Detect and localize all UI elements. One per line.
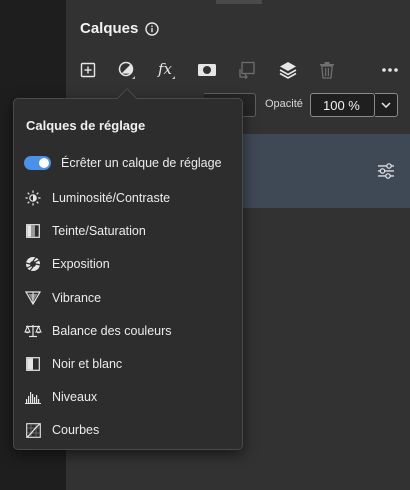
layer-stack-button[interactable] [277,59,299,81]
trash-icon [320,62,334,79]
svg-text:fx: fx [157,60,173,78]
menu-item-curves[interactable]: Courbes [20,416,238,444]
menu-item-levels[interactable]: Niveaux [20,383,238,411]
opacity-label: Opacité [265,98,303,110]
panel-tab-handle[interactable] [216,0,262,4]
black-white-icon [24,355,42,373]
clip-adjustment-toggle[interactable]: Écrêter un calque de réglage [24,152,238,174]
menu-item-hue-saturation[interactable]: Teinte/Saturation [20,217,238,245]
menu-item-label: Vibrance [52,291,102,305]
hue-saturation-icon [24,222,42,240]
menu-item-label: Niveaux [52,390,98,404]
mask-button[interactable] [196,59,218,81]
chevron-down-icon [381,102,391,108]
mask-icon [198,64,216,76]
more-options-button[interactable] [379,59,401,81]
toggle-knob [39,158,49,168]
delete-layer-button[interactable] [316,59,338,81]
menu-item-label: Courbes [52,423,100,437]
info-icon[interactable] [145,22,159,36]
layers-stack-icon [279,62,297,79]
menu-item-label: Teinte/Saturation [52,224,146,238]
menu-item-label: Luminosité/Contraste [52,191,171,205]
toggle-switch[interactable] [24,156,51,170]
adjustment-layer-button[interactable] [116,59,138,81]
adjustment-layer-icon [118,61,135,79]
menu-item-exposure[interactable]: Exposition [20,250,238,278]
layer-properties-icon[interactable] [377,162,395,180]
toggle-label: Écrêter un calque de réglage [61,156,222,170]
menu-heading: Calques de réglage [26,118,146,133]
fx-icon: fx [157,60,175,79]
menu-item-label: Balance des couleurs [52,324,172,338]
panel-title: Calques [80,20,139,37]
vibrance-icon [24,289,42,307]
menu-item-label: Exposition [52,257,110,271]
menu-item-label: Noir et blanc [52,357,123,371]
menu-item-brightness-contrast[interactable]: Luminosité/Contraste [20,184,238,212]
menu-item-color-balance[interactable]: Balance des couleurs [20,317,238,345]
opacity-input[interactable]: 100 % [310,93,375,117]
menu-item-black-white[interactable]: Noir et blanc [20,350,238,378]
opacity-dropdown-button[interactable] [375,93,398,117]
brightness-icon [24,189,42,207]
clip-button[interactable] [236,59,258,81]
more-icon [382,68,398,72]
menu-item-vibrance[interactable]: Vibrance [20,284,238,312]
exposure-icon [24,255,42,273]
adjustment-layers-menu: Calques de réglage Écrêter un calque de … [13,98,243,450]
curves-icon [24,421,42,439]
levels-icon [24,388,42,406]
fx-button[interactable]: fx [156,59,178,81]
clip-icon [239,61,255,79]
add-layer-icon [80,62,96,78]
add-layer-button[interactable] [77,59,99,81]
color-balance-icon [24,322,42,340]
